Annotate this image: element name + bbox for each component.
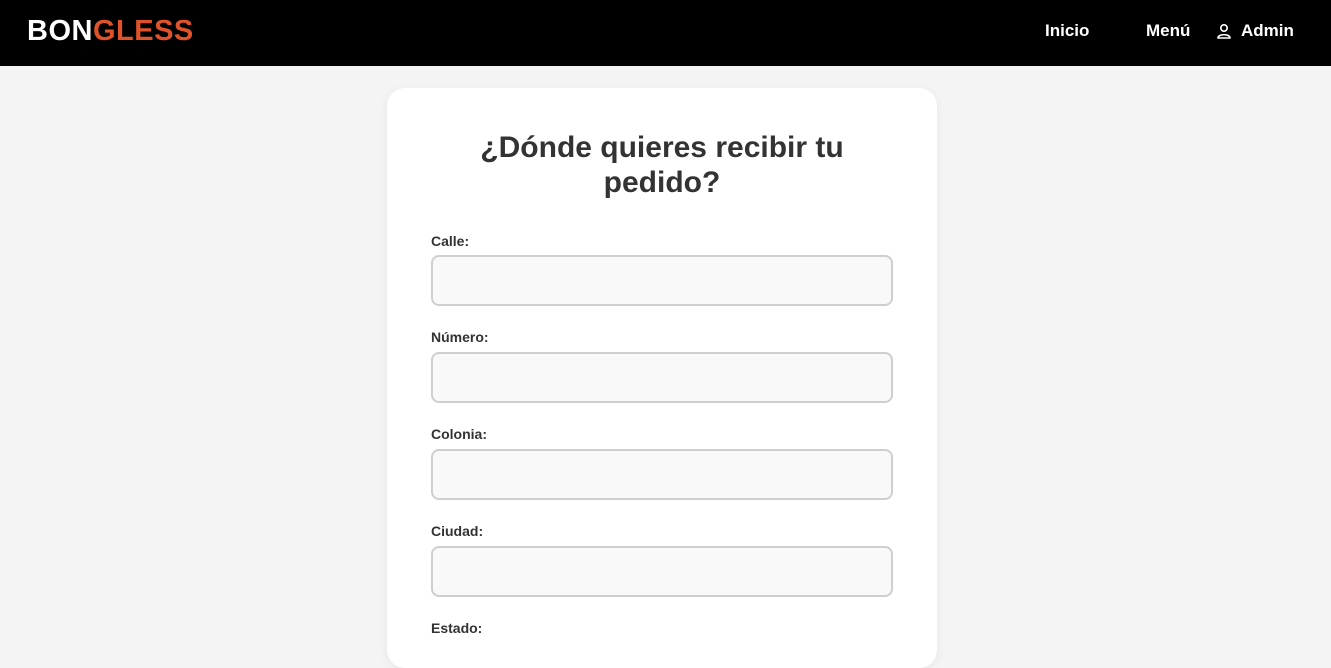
- calle-label: Calle:: [431, 233, 470, 249]
- logo-part-bon: BON: [27, 15, 93, 47]
- ciudad-label: Ciudad:: [431, 523, 484, 539]
- numero-label: Número:: [431, 329, 489, 345]
- nav-admin-link[interactable]: Admin: [1216, 20, 1294, 42]
- estado-label: Estado:: [431, 620, 483, 636]
- form-title: ¿Dónde quieres recibir tu pedido?: [480, 131, 844, 199]
- user-icon: [1216, 23, 1232, 39]
- calle-input[interactable]: [431, 255, 893, 306]
- colonia-input[interactable]: [431, 449, 893, 500]
- colonia-label: Colonia:: [431, 426, 487, 442]
- nav-menu-link[interactable]: Menú: [1146, 20, 1190, 42]
- ciudad-input[interactable]: [431, 546, 893, 597]
- address-form-card: ¿Dónde quieres recibir tu pedido? Calle:…: [387, 88, 937, 668]
- brand-logo[interactable]: BONGLESS: [27, 14, 194, 48]
- numero-input[interactable]: [431, 352, 893, 403]
- logo-part-gless: GLESS: [92, 15, 194, 47]
- nav-admin-label: Admin: [1241, 21, 1294, 40]
- top-navbar: BONGLESS Inicio Menú Admin: [0, 0, 1331, 66]
- nav-inicio-link[interactable]: Inicio: [1045, 20, 1089, 42]
